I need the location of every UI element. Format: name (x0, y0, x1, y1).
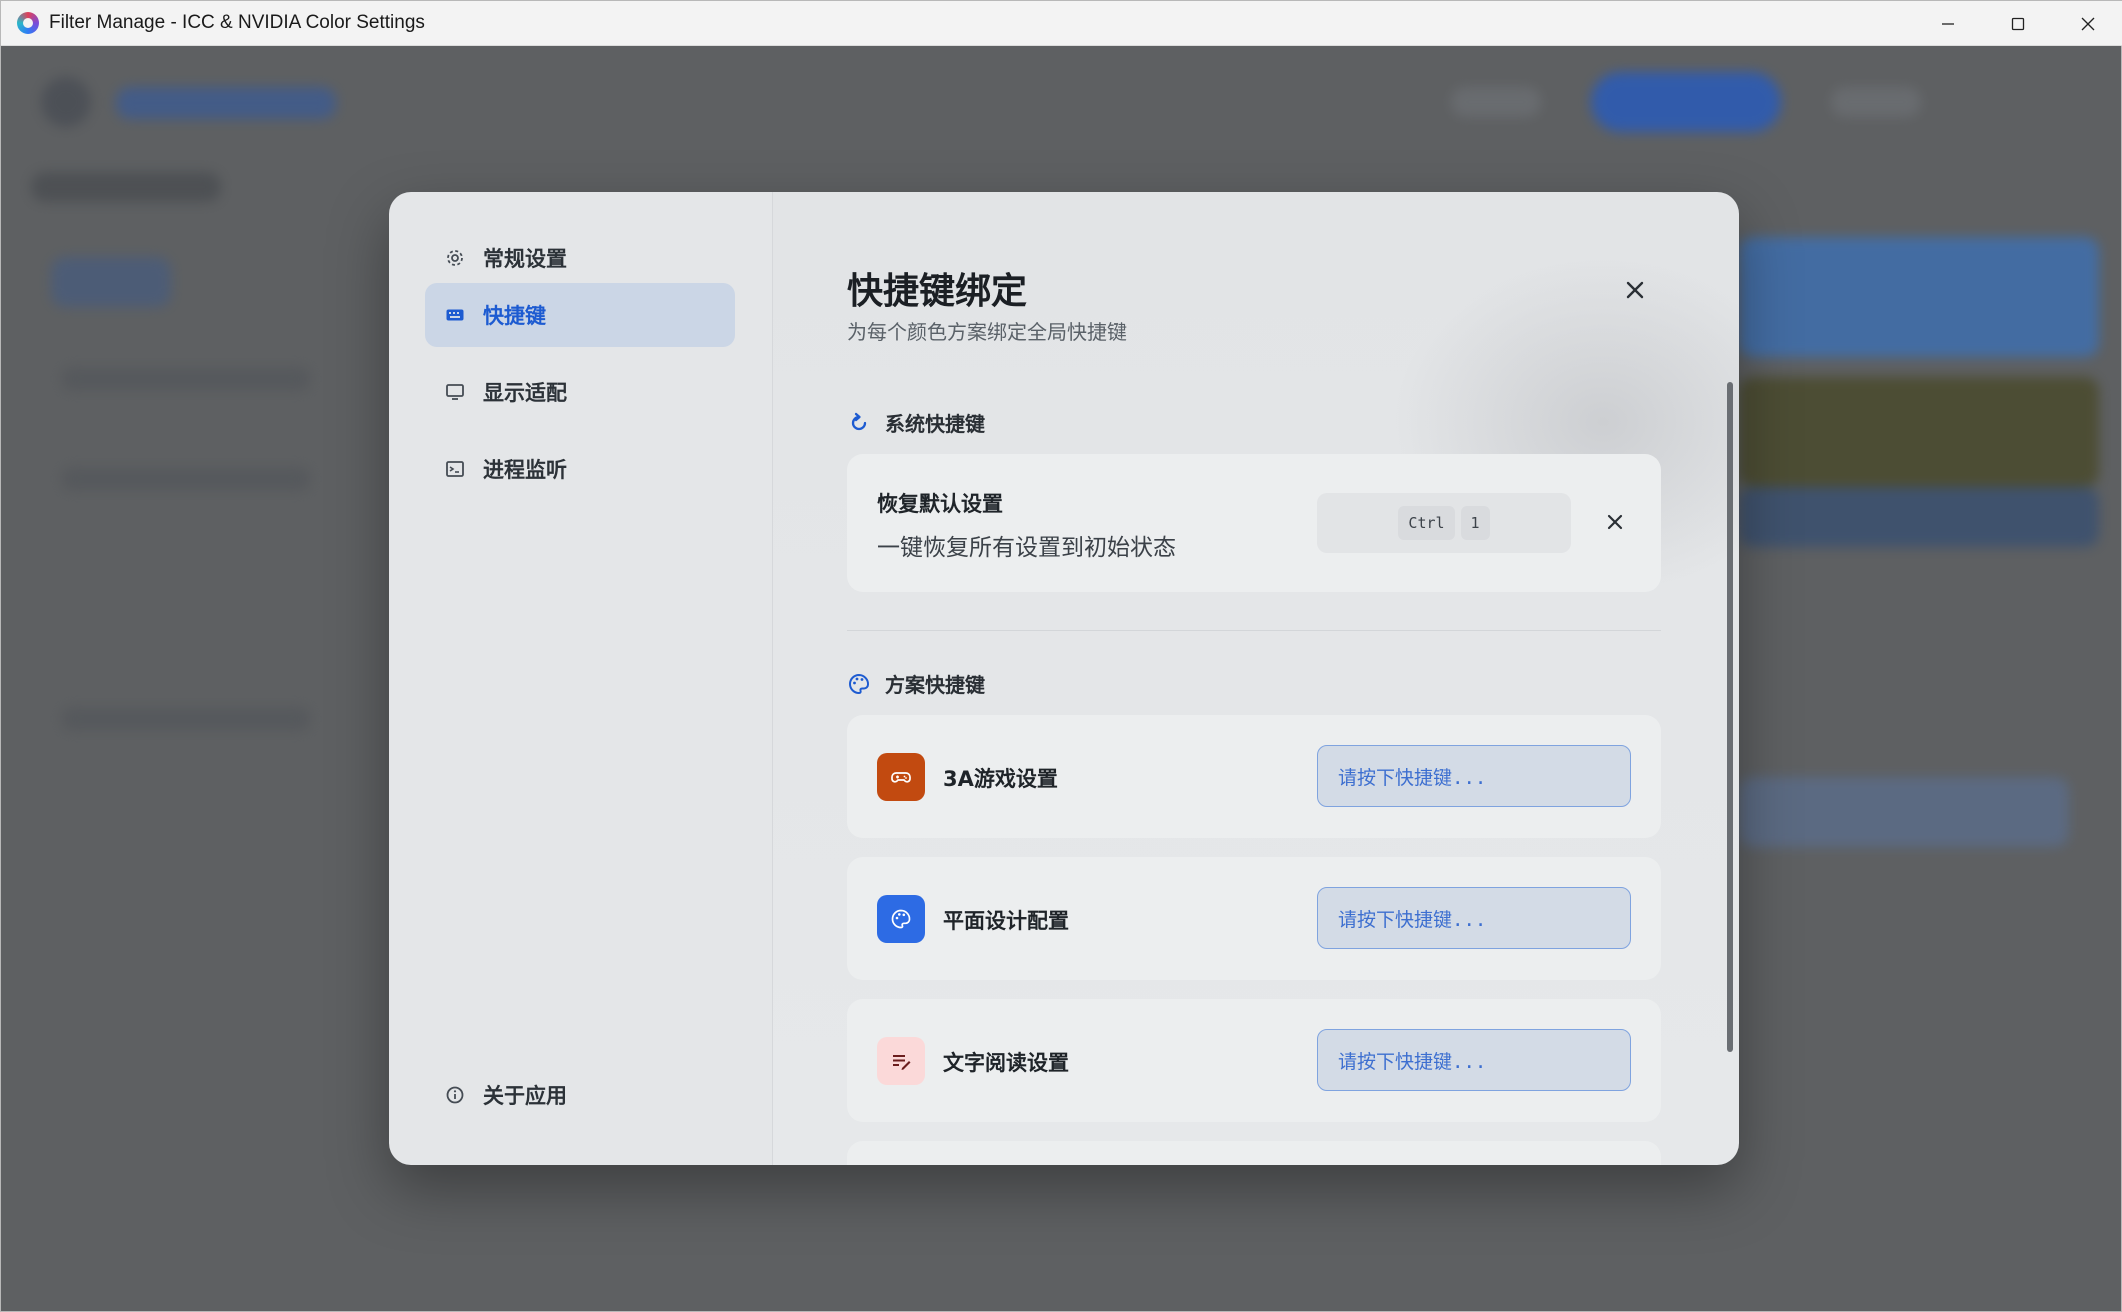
scheme-row: 平面设计配置 请按下快捷键... (847, 857, 1661, 980)
sidebar-item-display[interactable]: 显示适配 (425, 360, 735, 424)
scheme-name: 文字阅读设置 (943, 1051, 1069, 1075)
refresh-icon (847, 411, 871, 435)
shortcut-input[interactable]: 请按下快捷键... (1317, 887, 1631, 949)
bg-card-blue (1739, 237, 2099, 357)
bg-brand (116, 87, 336, 119)
sidebar-item-label: 快捷键 (483, 304, 546, 328)
close-icon (2081, 17, 2095, 30)
bg-card-gradient (1739, 487, 2099, 547)
app-window: Filter Manage - ICC & NVIDIA Color Setti… (0, 0, 2122, 1312)
bg-logo (41, 77, 91, 127)
maximize-button[interactable] (1983, 1, 2053, 46)
reset-defaults-card: 恢复默认设置 一键恢复所有设置到初始状态 Ctrl 1 (847, 454, 1661, 592)
section-heading-label: 方案快捷键 (885, 673, 985, 697)
page-title: 快捷键绑定 (847, 271, 1028, 312)
keyboard-icon (445, 305, 465, 325)
shortcut-input[interactable]: 请按下快捷键... (1317, 745, 1631, 807)
reading-icon (877, 1037, 925, 1085)
shortcut-input[interactable]: 请按下快捷键... (1317, 1029, 1631, 1091)
window-title: Filter Manage - ICC & NVIDIA Color Setti… (49, 12, 425, 33)
settings-sidebar: 常规设置 快捷键 显示适配 进程监听 关于应用 (389, 192, 773, 1165)
bg-tab (51, 257, 171, 307)
title-bar: Filter Manage - ICC & NVIDIA Color Setti… (1, 1, 2122, 46)
scheme-name: 平面设计配置 (943, 909, 1069, 933)
system-shortcuts-heading: 系统快捷键 (847, 408, 985, 437)
monitor-icon (445, 382, 465, 402)
key-cap-1: 1 (1460, 506, 1490, 540)
palette-icon (877, 895, 925, 943)
scheme-row (847, 1141, 1661, 1165)
bg-nav (1451, 87, 1541, 117)
sidebar-item-about[interactable]: 关于应用 (425, 1063, 735, 1127)
sidebar-item-label: 常规设置 (483, 247, 567, 271)
section-heading-label: 系统快捷键 (885, 412, 985, 436)
close-dialog-button[interactable] (1613, 268, 1657, 312)
scheme-name: 3A游戏设置 (943, 767, 1058, 791)
app-logo-icon (17, 12, 39, 34)
maximize-icon (2011, 17, 2025, 30)
close-window-button[interactable] (2053, 1, 2122, 46)
bg-primary-button (1591, 72, 1781, 132)
scheme-row: 3A游戏设置 请按下快捷键... (847, 715, 1661, 838)
reset-shortcut-field[interactable]: Ctrl 1 (1317, 493, 1571, 553)
bg-text (61, 467, 311, 491)
sidebar-item-label: 进程监听 (483, 458, 567, 482)
reset-defaults-title: 恢复默认设置 (877, 492, 1003, 516)
terminal-icon (445, 459, 465, 479)
bg-text (61, 367, 311, 391)
sidebar-item-process[interactable]: 进程监听 (425, 437, 735, 501)
gamepad-icon (877, 753, 925, 801)
bg-heading (31, 172, 221, 202)
settings-dialog: 常规设置 快捷键 显示适配 进程监听 关于应用 快捷键绑定 为每个颜色方案绑定全… (389, 192, 1739, 1165)
scheme-row: 文字阅读设置 请按下快捷键... (847, 999, 1661, 1122)
page-subtitle: 为每个颜色方案绑定全局快捷键 (847, 320, 1127, 344)
clear-shortcut-button[interactable] (1597, 504, 1633, 540)
window-controls (1913, 1, 2122, 46)
info-icon (445, 1085, 465, 1105)
bg-nav (1831, 87, 1921, 117)
bg-text (61, 707, 311, 731)
close-icon (1607, 514, 1623, 530)
palette-icon (847, 672, 871, 696)
reset-defaults-description: 一键恢复所有设置到初始状态 (877, 535, 1176, 561)
bg-card-dark (1739, 377, 2099, 487)
close-icon (1626, 281, 1644, 299)
sidebar-item-general[interactable]: 常规设置 (425, 226, 735, 290)
sidebar-item-shortcuts[interactable]: 快捷键 (425, 283, 735, 347)
bg-row (1739, 777, 2069, 847)
minimize-icon (1942, 22, 1954, 25)
sidebar-item-label: 关于应用 (483, 1084, 567, 1108)
sidebar-item-label: 显示适配 (483, 381, 567, 405)
section-divider (847, 630, 1661, 631)
scheme-shortcuts-heading: 方案快捷键 (847, 669, 985, 698)
gear-icon (445, 248, 465, 268)
content-scrollbar[interactable] (1727, 382, 1733, 1052)
shortcuts-panel: 快捷键绑定 为每个颜色方案绑定全局快捷键 系统快捷键 恢复默认设置 一键恢复所有… (773, 192, 1739, 1165)
key-cap-ctrl: Ctrl (1398, 506, 1455, 540)
minimize-button[interactable] (1913, 1, 1983, 46)
